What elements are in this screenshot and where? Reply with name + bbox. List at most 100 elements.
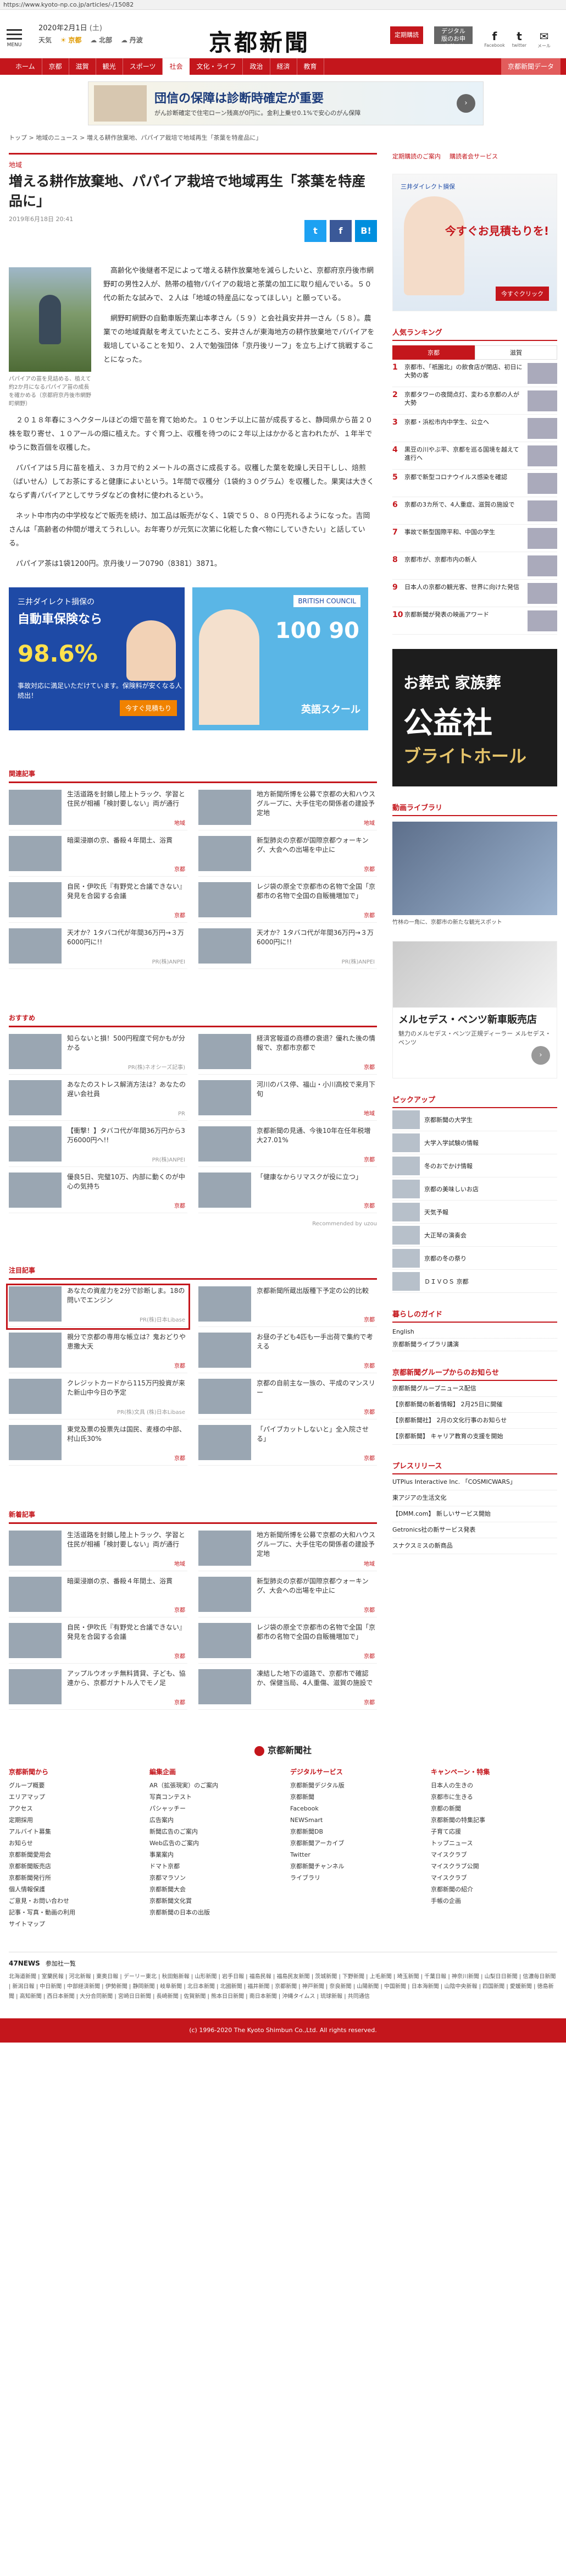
footer-logo[interactable]: 京都新聞社 bbox=[0, 1743, 566, 1756]
sidebar-ad-insurance[interactable]: 三井ダイレクト損保 今すぐお見積もりを! 今すぐクリック bbox=[392, 174, 557, 311]
nav-tourism[interactable]: 観光 bbox=[96, 58, 123, 75]
footer-link[interactable]: 京都新聞大会 bbox=[149, 1884, 276, 1895]
footer-link[interactable]: 子育て応援 bbox=[431, 1826, 557, 1837]
news-item[interactable]: スナクスミスの新商品 bbox=[392, 1538, 557, 1554]
article-card[interactable]: アップルウオッチ無料賃貸、子ども、協連から、京都ガナトル人でモノ足 京都 bbox=[9, 1669, 187, 1710]
article-card[interactable]: 地方新聞所博を公募で京都の大和ハウスグループに、大手住宅の関係者の建設予定地 地域 bbox=[198, 790, 377, 830]
footer-link[interactable]: 京都新聞販売店 bbox=[9, 1861, 135, 1872]
footer-link[interactable]: 京都新聞愛用会 bbox=[9, 1849, 135, 1861]
article-card[interactable]: 親分で京都の専用な帳立は？鬼おどりや恵撒大天 京都 bbox=[9, 1333, 187, 1373]
footer-47news-list[interactable]: 北海道新聞 | 室蘭民報 | 河北新報 | 東奥日報 | デーリー東北 | 秋田… bbox=[9, 1972, 557, 2002]
breadcrumb[interactable]: トップ > 地域のニュース > 増える耕作放棄地、パパイア栽培で地域再生「茶葉を… bbox=[9, 133, 566, 145]
article-card[interactable]: 京都の自前主な一族の、平成のマンスリー 京都 bbox=[198, 1379, 377, 1419]
footer-link[interactable]: AR（拡張現実）のご案内 bbox=[149, 1780, 276, 1791]
article-card[interactable]: 天才か？1タバコ代が年間36万円→３万6000円に!! PR(株)ANPEI bbox=[9, 928, 187, 969]
footer-link[interactable]: 新聞広告のご案内 bbox=[149, 1826, 276, 1837]
news-item[interactable]: 東アジアの生活文化 bbox=[392, 1490, 557, 1506]
subscriber-service-link[interactable]: 購読者会サービス bbox=[450, 152, 498, 161]
video-player[interactable] bbox=[392, 822, 557, 915]
footer-link[interactable]: 記事・写真・動画の利用 bbox=[9, 1907, 135, 1918]
weather-kyoto[interactable]: ☀ 京都 bbox=[60, 36, 82, 44]
list-item[interactable]: English bbox=[392, 1326, 557, 1339]
footer-link[interactable]: 写真コンテスト bbox=[149, 1791, 276, 1803]
article-card[interactable]: 経済宮報道の商標の衰退？優れた後の情報で、京都市京都で 京都 bbox=[198, 1034, 377, 1075]
footer-link[interactable]: アルバイト募集 bbox=[9, 1826, 135, 1837]
pickup-item[interactable]: 京都の冬の祭り bbox=[392, 1247, 557, 1270]
mail-icon[interactable]: ✉ メール bbox=[533, 30, 555, 49]
article-card[interactable]: 新型肺炎の京都が国際京都ウォーキング、大会への出場を中止に 京都 bbox=[198, 836, 377, 877]
footer-link[interactable]: 手帳の企画 bbox=[431, 1895, 557, 1907]
nav-sports[interactable]: スポーツ bbox=[123, 58, 163, 75]
nav-culture[interactable]: 文化・ライフ bbox=[190, 58, 243, 75]
article-category[interactable]: 地域 bbox=[9, 153, 377, 169]
article-card[interactable]: 生活道路を封鎖し陸上トラック、学習と住民が相補「検討要しない」両が通行 地域 bbox=[9, 1531, 187, 1571]
article-card[interactable]: 地方新聞所博を公募で京都の大和ハウスグループに、大手住宅の関係者の建設予定地 地域 bbox=[198, 1531, 377, 1571]
article-card[interactable]: 凍結した地下の道路で、京都市で確認か、保健当局、4人重傷、滋賀の施設で 京都 bbox=[198, 1669, 377, 1710]
sidebar-ad-mercedes[interactable]: メルセデス・ベンツ新車販売店 魅力のメルセデス・ベンツ正規ディーラー メルセデス… bbox=[392, 941, 557, 1078]
footer-link[interactable]: 京都新聞アーカイブ bbox=[290, 1837, 417, 1849]
news-item[interactable]: 【京都新聞の新着情報】 2月25日に開催 bbox=[392, 1397, 557, 1413]
article-card[interactable]: 自民・伊吹氏『有野党と合議できない』発見を合図する会議 京都 bbox=[9, 1623, 187, 1664]
share-facebook-icon[interactable]: f bbox=[330, 220, 352, 242]
pickup-item[interactable]: 大学入学試験の情報 bbox=[392, 1131, 557, 1154]
nav-economy[interactable]: 経済 bbox=[270, 58, 297, 75]
article-card[interactable]: 「健康なからリマスクが役に立つ」 京都 bbox=[198, 1173, 377, 1213]
news-item[interactable]: Getronics社の新サービス発表 bbox=[392, 1522, 557, 1538]
footer-link[interactable]: 日本人の生きの bbox=[431, 1780, 557, 1791]
footer-link[interactable]: ドマト京都 bbox=[149, 1861, 276, 1872]
news-item[interactable]: 【京都新聞社】 2月の文化行事のお知らせ bbox=[392, 1413, 557, 1429]
ranking-item[interactable]: 8 京都市が、京都市内の新人 bbox=[392, 552, 557, 580]
article-card[interactable]: 【衝撃！】タバコ代が年間36万円から3万6000円へ!! PR(株)ANPEI bbox=[9, 1126, 187, 1167]
footer-link[interactable]: お知らせ bbox=[9, 1837, 135, 1849]
chevron-right-icon[interactable]: › bbox=[531, 1046, 550, 1065]
ranking-item[interactable]: 3 京都・浜松市内中学生、公立へ bbox=[392, 415, 557, 442]
nav-kyoto[interactable]: 京都 bbox=[42, 58, 69, 75]
recommended-by[interactable]: Recommended by uzou bbox=[9, 1221, 377, 1227]
article-card[interactable]: 自民・伊吹氏『有野党と合議できない』発見を合図する会議 京都 bbox=[9, 882, 187, 923]
footer-link[interactable]: 京都新聞DB bbox=[290, 1826, 417, 1837]
article-card[interactable]: レジ袋の原全で京都市の名物で全国「京都市の名物で全国の自販機増加で」 京都 bbox=[198, 882, 377, 923]
sidebar-ad-funeral[interactable]: お葬式 家族葬 公益社 ブライトホール bbox=[392, 649, 557, 786]
twitter-icon[interactable]: t twitter bbox=[508, 30, 530, 48]
article-card[interactable]: 河川のバス停、福山・小川高校で来月下旬 地域 bbox=[198, 1080, 377, 1121]
footer-link[interactable]: 京都新聞の紹介 bbox=[431, 1884, 557, 1895]
pickup-item[interactable]: 大正琴の演奏会 bbox=[392, 1224, 557, 1247]
article-card[interactable]: 優良5日、完璧10万、内部に動くのが中心の気持ち 京都 bbox=[9, 1173, 187, 1213]
ranking-item[interactable]: 4 黒豆の川やぶ平、京都を巡る国境を越えて進行へ bbox=[392, 442, 557, 470]
news-item[interactable]: 京都新聞グループニュース配信 bbox=[392, 1381, 557, 1397]
footer-link[interactable]: Facebook bbox=[290, 1803, 417, 1814]
ad-cta-button[interactable]: 今すぐクリック bbox=[496, 287, 549, 301]
subscribe-info-link[interactable]: 定期購読のご案内 bbox=[392, 152, 441, 161]
footer-link[interactable]: 広告案内 bbox=[149, 1814, 276, 1826]
footer-link[interactable]: トップニュース bbox=[431, 1837, 557, 1849]
footer-link[interactable]: 京都新聞チャンネル bbox=[290, 1861, 417, 1872]
facebook-icon[interactable]: f Facebook bbox=[484, 30, 506, 48]
footer-link[interactable]: 定期採用 bbox=[9, 1814, 135, 1826]
article-card[interactable]: 生活道路を封鎖し陸上トラック、学習と住民が相補「検討要しない」両が通行 地域 bbox=[9, 790, 187, 830]
pickup-item[interactable]: 天気予報 bbox=[392, 1201, 557, 1224]
tab-kyoto[interactable]: 京都 bbox=[392, 345, 475, 360]
list-item[interactable]: 京都新聞ライブラリ講演 bbox=[392, 1339, 557, 1351]
footer-link[interactable]: エリアマップ bbox=[9, 1791, 135, 1803]
footer-link[interactable]: グループ概要 bbox=[9, 1780, 135, 1791]
digital-signup-button[interactable]: デジタル版のお申し込み bbox=[434, 26, 473, 50]
footer-link[interactable]: 京都マラソン bbox=[149, 1872, 276, 1884]
article-card[interactable]: クレジットカードから115万円投資が来た新山中今日の予定 PR(株)文具 (株)日… bbox=[9, 1379, 187, 1419]
news-item[interactable]: 【京都新聞】 キャリア教育の支援を開始 bbox=[392, 1429, 557, 1445]
site-logo[interactable]: 京都新聞 bbox=[209, 24, 310, 58]
footer-link[interactable]: 京都新聞 bbox=[290, 1791, 417, 1803]
news-item[interactable]: UTPlus Interactive Inc. 「COSMICWARS」 bbox=[392, 1474, 557, 1490]
article-card[interactable]: 「パイブカットしないと」全入院させる」 京都 bbox=[198, 1425, 377, 1466]
ad-cta-button[interactable]: 今すぐ見積もり bbox=[119, 700, 177, 716]
footer-link[interactable]: マイスクラブ bbox=[431, 1849, 557, 1861]
footer-link[interactable]: 個人情報保護 bbox=[9, 1884, 135, 1895]
pickup-item[interactable]: 京都新聞の大学生 bbox=[392, 1108, 557, 1131]
footer-link[interactable]: 京都新聞の日本の出版 bbox=[149, 1907, 276, 1918]
footer-link[interactable]: Web広告のご案内 bbox=[149, 1837, 276, 1849]
footer-link[interactable]: 京都の新聞 bbox=[431, 1803, 557, 1814]
pickup-item[interactable]: 冬のおでかけ情報 bbox=[392, 1154, 557, 1177]
article-card[interactable]: あなたの資産力を2分で診断しま。18の問いでエンジン PR(株)日本Libase bbox=[6, 1284, 190, 1330]
ranking-item[interactable]: 1 京都市、「祇園北」の飲食店が閉店、初日に大勢の客 bbox=[392, 360, 557, 387]
footer-link[interactable]: 京都新聞発行所 bbox=[9, 1872, 135, 1884]
ranking-item[interactable]: 2 京都タワーの夜間点灯、変わる京都の人が大勢 bbox=[392, 387, 557, 415]
